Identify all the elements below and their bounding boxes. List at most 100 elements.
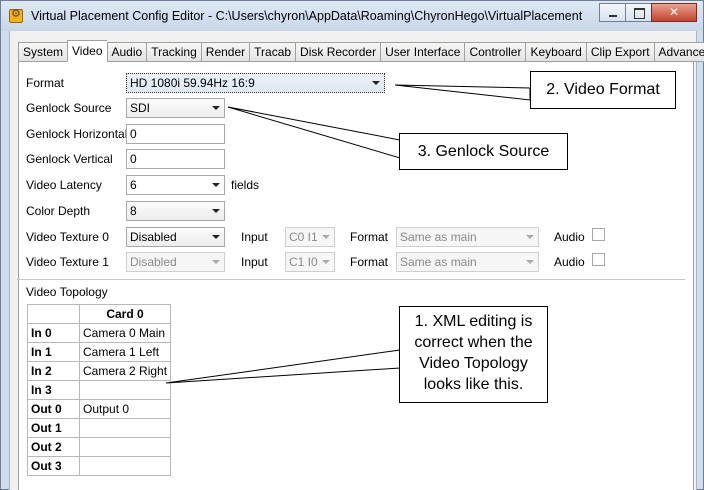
format-value: HD 1080i 59.94Hz 16:9 [130, 76, 255, 90]
tab-disk-recorder[interactable]: Disk Recorder [295, 42, 381, 62]
row-name: Out 3 [27, 456, 80, 476]
video-latency-value: 6 [130, 178, 137, 192]
tab-audio[interactable]: Audio [106, 42, 147, 62]
genlock-horizontal-input[interactable]: 0 [126, 124, 225, 144]
callout-xml-editing: 1. XML editing is correct when the Video… [399, 306, 548, 403]
video-texture-1-audio-label: Audio [554, 255, 585, 269]
row-name: In 2 [27, 361, 80, 381]
tab-tracab[interactable]: Tracab [249, 42, 296, 62]
table-row[interactable]: Out 1 [27, 418, 172, 438]
app-icon [9, 7, 23, 23]
video-texture-1-input-value: C1 I0 [289, 255, 318, 269]
video-texture-1-format-label: Format [350, 255, 389, 269]
tab-advanced[interactable]: Advanced [653, 42, 704, 62]
video-latency-label: Video Latency [26, 178, 102, 192]
table-row[interactable]: Out 0 Output 0 [27, 399, 172, 419]
table-corner-cell [27, 304, 80, 324]
genlock-vertical-label: Genlock Vertical [26, 152, 113, 166]
window-controls [599, 3, 697, 22]
genlock-source-value: SDI [130, 101, 151, 115]
chevron-down-icon [212, 209, 220, 213]
video-texture-1-format-value: Same as main [400, 255, 477, 269]
chevron-down-icon [322, 260, 330, 264]
chevron-down-icon [526, 235, 534, 239]
video-texture-0-input-select[interactable]: C0 I1 [285, 227, 335, 247]
callout-xml-line: Video Topology [419, 355, 528, 372]
tab-keyboard[interactable]: Keyboard [525, 42, 586, 62]
chevron-down-icon [212, 260, 220, 264]
video-texture-0-input-value: C0 I1 [289, 230, 318, 244]
tab-render[interactable]: Render [200, 42, 250, 62]
chevron-down-icon [212, 235, 220, 239]
tab-clip-export[interactable]: Clip Export [585, 42, 654, 62]
table-row[interactable]: In 3 [27, 380, 172, 400]
row-value[interactable] [78, 418, 172, 438]
video-texture-1-value: Disabled [130, 255, 177, 269]
color-depth-label: Color Depth [26, 204, 91, 218]
genlock-horizontal-label: Genlock Horizontal [26, 127, 128, 141]
chevron-down-icon [212, 183, 220, 187]
row-value[interactable] [78, 437, 172, 457]
tab-system[interactable]: System [18, 42, 68, 62]
video-texture-1-input-label: Input [241, 255, 268, 269]
minimize-icon[interactable] [599, 3, 626, 22]
table-row[interactable]: Out 2 [27, 437, 172, 457]
row-name: Out 0 [27, 399, 80, 419]
video-texture-1-audio-checkbox[interactable] [592, 253, 605, 266]
callout-genlock-source: 3. Genlock Source [399, 133, 568, 170]
video-texture-0-input-label: Input [241, 230, 268, 244]
tab-video[interactable]: Video [67, 40, 107, 62]
genlock-source-select[interactable]: SDI [126, 98, 225, 118]
row-value[interactable] [78, 380, 172, 400]
video-texture-0-audio-checkbox[interactable] [592, 228, 605, 241]
video-texture-1-label: Video Texture 1 [26, 255, 109, 269]
video-texture-0-select[interactable]: Disabled [126, 227, 225, 247]
row-value[interactable]: Camera 2 Right [78, 361, 172, 381]
video-texture-0-value: Disabled [130, 230, 177, 244]
video-texture-0-format-select[interactable]: Same as main [396, 227, 539, 247]
row-value[interactable]: Camera 1 Left [78, 342, 172, 362]
table-row[interactable]: Out 3 [27, 456, 172, 476]
video-texture-1-format-select[interactable]: Same as main [396, 252, 539, 272]
video-texture-0-audio-label: Audio [554, 230, 585, 244]
tab-tracking[interactable]: Tracking [146, 42, 201, 62]
tab-controller[interactable]: Controller [464, 42, 526, 62]
close-icon[interactable] [651, 3, 697, 22]
color-depth-select[interactable]: 8 [126, 201, 225, 221]
tab-user-interface[interactable]: User Interface [380, 42, 465, 62]
tab-strip: System Video Audio Tracking Render Traca… [18, 40, 704, 62]
row-name: In 1 [27, 342, 80, 362]
callout-xml-line: looks like this. [423, 376, 524, 393]
genlock-source-label: Genlock Source [26, 101, 112, 115]
table-row[interactable]: In 1 Camera 1 Left [27, 342, 172, 362]
video-latency-unit: fields [231, 178, 260, 192]
video-latency-combo[interactable]: 6 [126, 175, 225, 195]
video-texture-0-label: Video Texture 0 [26, 230, 109, 244]
format-select[interactable]: HD 1080i 59.94Hz 16:9 [126, 73, 385, 93]
table-row[interactable]: In 2 Camera 2 Right [27, 361, 172, 381]
table-row[interactable]: In 0 Camera 0 Main [27, 323, 172, 343]
row-value[interactable]: Output 0 [78, 399, 172, 419]
row-name: Out 2 [27, 437, 80, 457]
row-name: In 0 [27, 323, 80, 343]
row-value[interactable]: Camera 0 Main [78, 323, 172, 343]
chevron-down-icon [526, 260, 534, 264]
window-title: Virtual Placement Config Editor - C:\Use… [31, 9, 583, 23]
callout-video-format: 2. Video Format [530, 71, 676, 109]
video-texture-1-select[interactable]: Disabled [126, 252, 225, 272]
format-label: Format [26, 76, 65, 90]
table-header-row: Card 0 [27, 304, 172, 324]
video-texture-0-format-value: Same as main [400, 230, 477, 244]
video-texture-0-format-label: Format [350, 230, 389, 244]
table-header-card-0: Card 0 [78, 304, 172, 324]
title-bar: Virtual Placement Config Editor - C:\Use… [1, 1, 703, 31]
video-topology-table: Card 0 In 0 Camera 0 Main In 1 Camera 1 … [27, 304, 172, 476]
callout-xml-line: correct when the [414, 334, 533, 351]
chevron-down-icon [372, 81, 380, 85]
video-texture-1-input-select[interactable]: C1 I0 [285, 252, 335, 272]
genlock-vertical-input[interactable]: 0 [126, 149, 225, 169]
row-name: In 3 [27, 380, 80, 400]
color-depth-value: 8 [130, 204, 137, 218]
row-value[interactable] [78, 456, 172, 476]
maximize-icon[interactable] [625, 3, 652, 22]
